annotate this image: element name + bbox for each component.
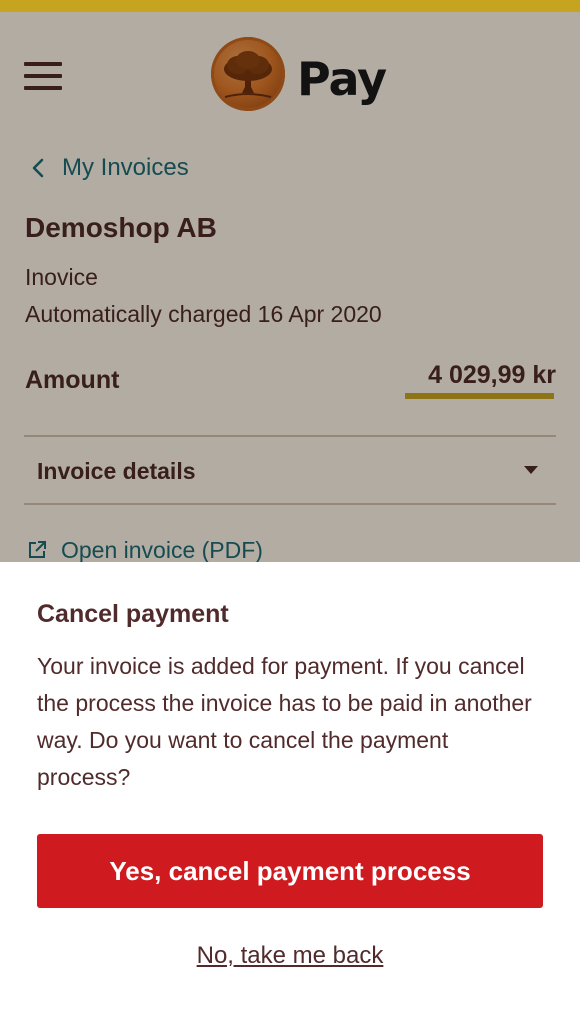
take-me-back-link[interactable]: No, take me back — [197, 942, 384, 969]
sheet-message: Your invoice is added for payment. If yo… — [37, 653, 532, 790]
take-me-back-wrapper: No, take me back — [0, 942, 580, 970]
sheet-title: Cancel payment — [37, 600, 229, 628]
top-accent-bar — [0, 0, 580, 12]
cancel-payment-sheet: Cancel payment Your invoice is added for… — [0, 562, 580, 1020]
confirm-cancel-button[interactable]: Yes, cancel payment process — [37, 834, 543, 908]
